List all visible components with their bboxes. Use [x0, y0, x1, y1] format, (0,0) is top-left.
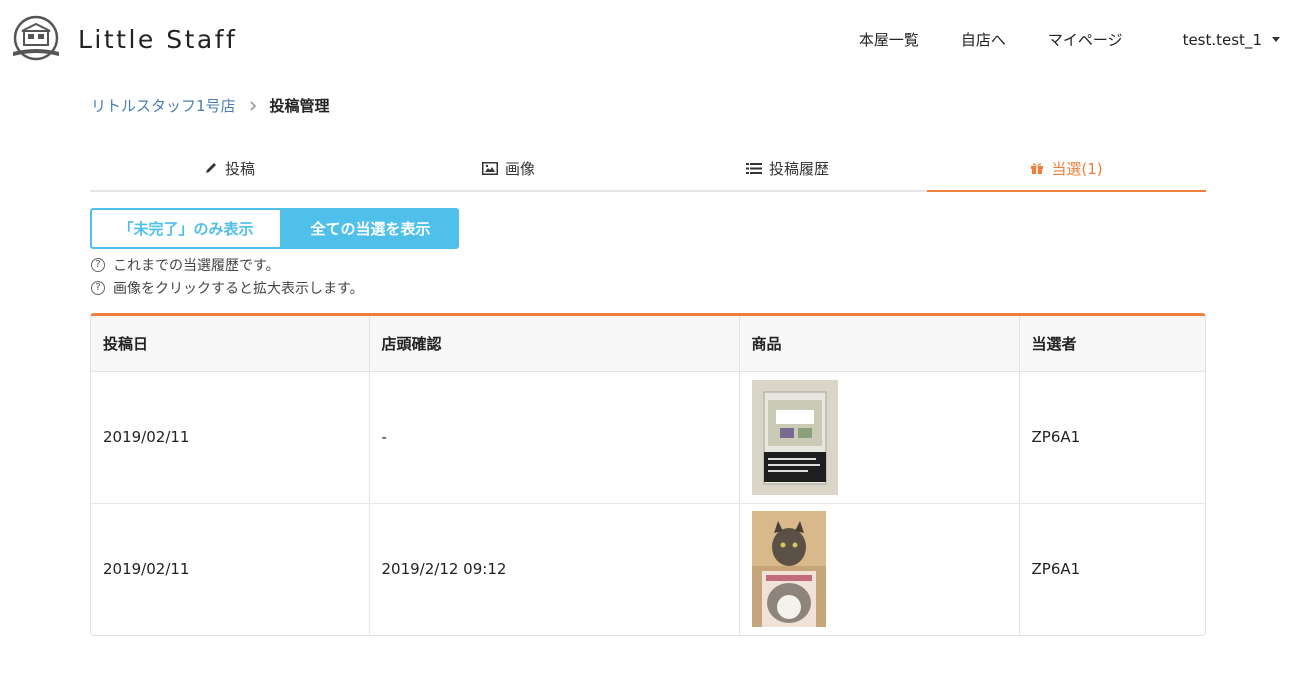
cell-post-date: 2019/02/11 — [91, 503, 370, 635]
nav-my-store[interactable]: 自店へ — [961, 29, 1006, 50]
filter-toggle: 「未完了」のみ表示 全ての当選を表示 — [90, 208, 459, 249]
tab-label: 投稿 — [224, 159, 255, 178]
tab-post[interactable]: 投稿 — [90, 150, 369, 190]
hint-text: 画像をクリックすると拡大表示します。 — [113, 280, 364, 297]
user-menu[interactable]: test.test_1 — [1183, 31, 1280, 49]
hint-item: ? これまでの当選履歴です。 — [91, 253, 364, 276]
question-circle-icon: ? — [91, 280, 105, 295]
cell-product — [739, 503, 1020, 635]
caret-down-icon — [1272, 37, 1280, 42]
hint-text: これまでの当選履歴です。 — [113, 257, 280, 274]
table-header-row: 投稿日 店頭確認 商品 当選者 — [91, 316, 1205, 372]
pencil-icon — [205, 163, 216, 173]
cell-winner: ZP6A1 — [1031, 560, 1081, 579]
cell-post-date: 2019/02/11 — [91, 371, 370, 504]
cell-store-confirm: - — [369, 371, 740, 504]
image-icon — [481, 161, 498, 175]
hint-item: ? 画像をクリックすると拡大表示します。 — [91, 276, 364, 299]
brand-name: Little Staff — [78, 24, 238, 54]
header-product: 商品 — [739, 316, 1020, 372]
logo[interactable]: Little Staff — [8, 14, 237, 64]
header-store-confirm: 店頭確認 — [369, 316, 740, 372]
tab-image[interactable]: 画像 — [369, 150, 648, 190]
show-all-button[interactable]: 全ての当選を表示 — [282, 208, 459, 249]
winnings-table: 投稿日 店頭確認 商品 当選者 2019/02/11 - ZP6A1 2019/… — [90, 313, 1206, 636]
header-winner: 当選者 — [1019, 316, 1205, 372]
cell-winner: ZP6A1 — [1019, 371, 1205, 504]
header: Little Staff 本屋一覧 自店へ マイページ test.test_1 — [0, 0, 1300, 80]
chevron-right-icon — [249, 100, 256, 111]
tab-label: 画像 — [504, 159, 535, 178]
header-post-date: 投稿日 — [91, 316, 370, 372]
bookstore-logo-icon — [13, 15, 59, 61]
hint-list: ? これまでの当選履歴です。 ? 画像をクリックすると拡大表示します。 — [91, 253, 364, 299]
nav-my-page[interactable]: マイページ — [1048, 29, 1123, 50]
tab-post-history[interactable]: 投稿履歴 — [648, 150, 927, 190]
nav-bookstore-list[interactable]: 本屋一覧 — [859, 29, 919, 50]
tab-label: 当選(1) — [1051, 159, 1103, 178]
show-incomplete-button[interactable]: 「未完了」のみ表示 — [90, 208, 282, 249]
table-row: 2019/02/11 - ZP6A1 — [91, 371, 1205, 504]
tab-bar: 投稿 画像 投稿履歴 当選(1) — [90, 150, 1206, 192]
breadcrumb: リトルスタッフ1号店 投稿管理 — [91, 95, 330, 116]
top-nav: 本屋一覧 自店へ マイページ test.test_1 — [817, 29, 1280, 50]
gift-icon — [1031, 163, 1044, 174]
tab-winnings[interactable]: 当選(1) — [927, 150, 1206, 192]
tab-label: 投稿履歴 — [768, 159, 829, 178]
book-cover-image[interactable] — [751, 379, 838, 495]
cell-product — [739, 371, 1020, 504]
cell-store-confirm: 2019/2/12 09:12 — [369, 503, 740, 635]
table-row: 2019/02/11 2019/2/12 09:12 ZP6A1 — [91, 503, 1205, 635]
breadcrumb-current: 投稿管理 — [269, 97, 330, 115]
cat-photo-image[interactable] — [751, 511, 826, 628]
question-circle-icon: ? — [91, 257, 105, 272]
list-icon — [745, 162, 762, 174]
user-name: test.test_1 — [1182, 30, 1262, 49]
breadcrumb-store-link[interactable]: リトルスタッフ1号店 — [91, 95, 236, 116]
